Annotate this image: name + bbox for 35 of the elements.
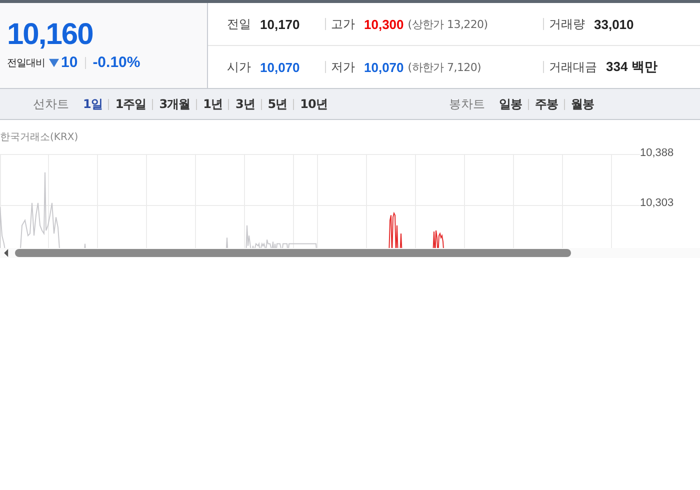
change-amount: 10 <box>61 54 78 71</box>
period-tab[interactable]: 5년 <box>268 96 288 112</box>
candle-period-tab[interactable]: 월봉 <box>571 96 594 112</box>
stat-value: 10,300 <box>364 16 404 32</box>
stat-label: 전일 <box>227 16 251 32</box>
change-rate: -0.10% <box>92 54 140 71</box>
stat-label: 거래대금 <box>549 58 597 76</box>
change-label: 전일대비 <box>7 56 45 70</box>
line-chart-label: 선차트 <box>33 96 69 112</box>
stat-label: 시가 <box>227 58 251 76</box>
exchange-source: 한국거래소(KRX) <box>0 131 80 145</box>
scroll-left-icon[interactable] <box>4 249 9 257</box>
period-tab[interactable]: 1년 <box>203 96 222 112</box>
stat-value: 10,070 <box>364 60 404 74</box>
price-limit-note: (상한가 13,220) <box>408 16 488 32</box>
stat-label: 저가 <box>331 58 355 76</box>
period-tab[interactable]: 1일 <box>83 96 102 112</box>
y-axis-label: 10,388 <box>640 146 674 161</box>
stat-value: 334 백만 <box>606 58 658 76</box>
y-axis-label: 10,303 <box>640 196 674 211</box>
period-tab[interactable]: 1주일 <box>115 96 146 112</box>
stat-label: 고가 <box>331 16 355 32</box>
candle-period-tab[interactable]: 일봉 <box>499 96 522 112</box>
stat-value: 33,010 <box>594 16 634 32</box>
candle-period-tab[interactable]: 주봉 <box>535 96 558 112</box>
candle-chart-label: 봉차트 <box>449 96 485 112</box>
period-tab[interactable]: 3개월 <box>159 96 190 112</box>
period-tab[interactable]: 10년 <box>300 96 328 112</box>
period-tab[interactable]: 3년 <box>235 96 255 112</box>
stat-value: 10,170 <box>260 16 300 32</box>
stat-label: 거래량 <box>549 16 585 32</box>
stat-value: 10,070 <box>260 60 300 74</box>
current-price: 10,160 <box>7 17 94 53</box>
scrollbar-thumb[interactable] <box>15 249 571 257</box>
price-limit-note: (하한가 7,120) <box>408 60 482 74</box>
